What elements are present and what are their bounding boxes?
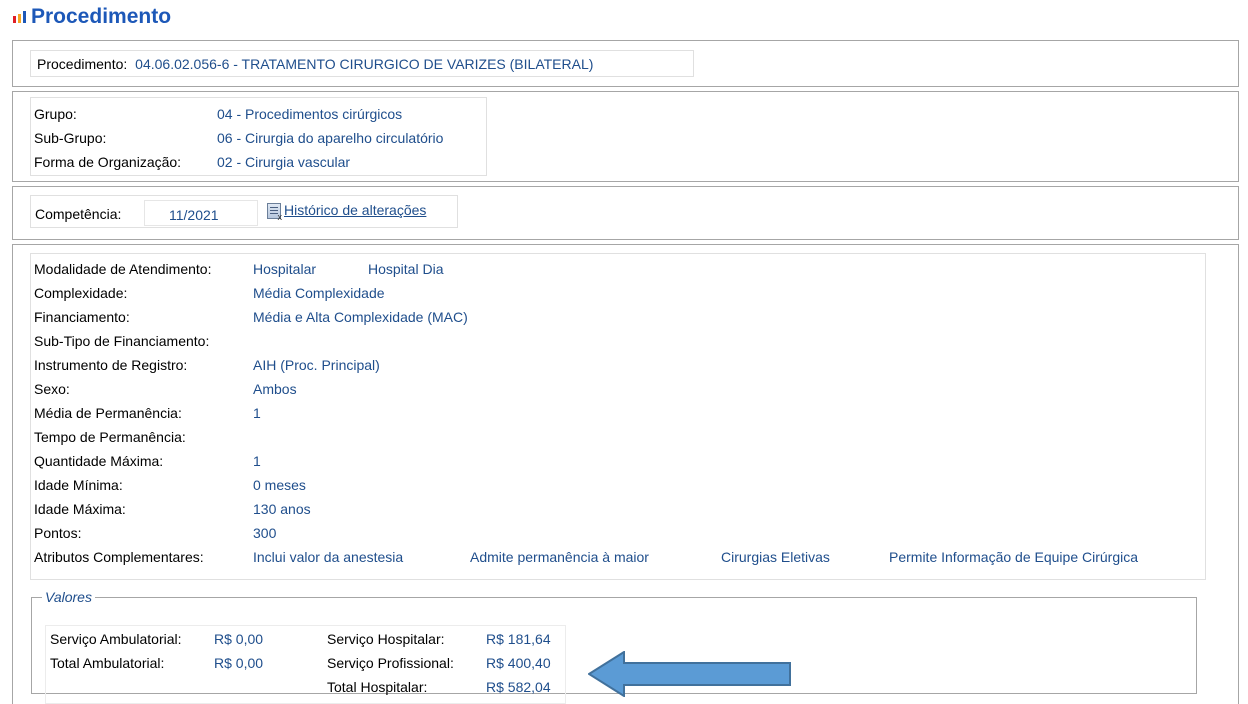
grupo-label: Grupo:: [34, 106, 77, 122]
total-hospitalar-value: R$ 582,04: [486, 679, 551, 695]
historico-alteracoes-link[interactable]: Histórico de alterações: [267, 202, 426, 222]
idade-minima-label: Idade Mínima:: [34, 477, 123, 493]
atributo-item: Admite permanência à maior: [470, 549, 649, 565]
procedimento-value: 04.06.02.056-6 - TRATAMENTO CIRURGICO DE…: [135, 56, 594, 72]
sexo-label: Sexo:: [34, 381, 70, 397]
detalhes-box: Modalidade de Atendimento: Hospitalar Ho…: [30, 253, 1206, 580]
brand-bars-icon: [13, 11, 26, 23]
procedimento-label: Procedimento:: [37, 56, 128, 72]
financiamento-value: Média e Alta Complexidade (MAC): [253, 309, 468, 325]
competencia-field: 11/2021: [144, 200, 258, 226]
competencia-label: Competência:: [35, 206, 122, 222]
subgrupo-value: 06 - Cirurgia do aparelho circulatório: [217, 130, 444, 146]
grupo-value: 04 - Procedimentos cirúrgicos: [217, 106, 403, 122]
quantidade-maxima-value: 1: [253, 453, 261, 469]
media-permanencia-value: 1: [253, 405, 261, 421]
financiamento-label: Financiamento:: [34, 309, 130, 325]
atributo-item: Permite Informação de Equipe Cirúrgica: [889, 549, 1139, 565]
historico-link-text[interactable]: Histórico de alterações: [284, 202, 426, 218]
competencia-panel: Competência: 11/2021 Histórico de altera…: [12, 186, 1239, 240]
media-permanencia-label: Média de Permanência:: [34, 405, 182, 421]
modalidade-value-2: Hospital Dia: [368, 261, 444, 277]
total-hospitalar-label: Total Hospitalar:: [327, 679, 428, 695]
subtipo-financiamento-label: Sub-Tipo de Financiamento:: [34, 333, 210, 349]
subgrupo-label: Sub-Grupo:: [34, 130, 107, 146]
competencia-box: Competência: 11/2021 Histórico de altera…: [30, 195, 458, 228]
complexidade-value: Média Complexidade: [253, 285, 385, 301]
atributo-item: Cirurgias Eletivas: [721, 549, 830, 565]
page-title: Procedimento: [31, 5, 172, 28]
total-ambulatorial-value: R$ 0,00: [214, 655, 264, 671]
valores-legend: Valores: [45, 589, 92, 605]
pontos-label: Pontos:: [34, 525, 82, 541]
competencia-value: 11/2021: [169, 207, 219, 223]
pontos-value: 300: [253, 525, 277, 541]
forma-organizacao-label: Forma de Organização:: [34, 154, 182, 170]
classificacao-panel: Grupo: 04 - Procedimentos cirúrgicos Sub…: [12, 91, 1239, 182]
idade-maxima-value: 130 anos: [253, 501, 311, 517]
instrumento-registro-value: AIH (Proc. Principal): [253, 357, 380, 373]
procedimento-box: Procedimento: 04.06.02.056-6 - TRATAMENT…: [30, 50, 694, 77]
servico-hospitalar-value: R$ 181,64: [486, 631, 551, 647]
modalidade-value-1: Hospitalar: [253, 261, 317, 277]
servico-hospitalar-label: Serviço Hospitalar:: [327, 631, 445, 647]
valores-box: Serviço Ambulatorial: R$ 0,00 Total Ambu…: [45, 625, 566, 704]
idade-maxima-label: Idade Máxima:: [34, 501, 126, 517]
servico-profissional-label: Serviço Profissional:: [327, 655, 454, 671]
servico-profissional-value: R$ 400,40: [486, 655, 551, 671]
instrumento-registro-label: Instrumento de Registro:: [34, 357, 188, 373]
quantidade-maxima-label: Quantidade Máxima:: [34, 453, 164, 469]
classificacao-box: Grupo: 04 - Procedimentos cirúrgicos Sub…: [30, 97, 487, 176]
complexidade-label: Complexidade:: [34, 285, 128, 301]
procedimento-panel: Procedimento: 04.06.02.056-6 - TRATAMENT…: [12, 40, 1239, 87]
atributos-complementares-label: Atributos Complementares:: [34, 549, 204, 565]
idade-minima-value: 0 meses: [253, 477, 306, 493]
modalidade-label: Modalidade de Atendimento:: [34, 261, 212, 277]
page-header: Procedimento: [13, 4, 171, 30]
sexo-value: Ambos: [253, 381, 297, 397]
document-icon[interactable]: [267, 203, 282, 222]
servico-ambulatorial-value: R$ 0,00: [214, 631, 264, 647]
atributo-item: Inclui valor da anestesia: [253, 549, 404, 565]
total-ambulatorial-label: Total Ambulatorial:: [50, 655, 165, 671]
forma-organizacao-value: 02 - Cirurgia vascular: [217, 154, 351, 170]
left-arrow-icon: [588, 651, 791, 697]
servico-ambulatorial-label: Serviço Ambulatorial:: [50, 631, 182, 647]
tempo-permanencia-label: Tempo de Permanência:: [34, 429, 186, 445]
